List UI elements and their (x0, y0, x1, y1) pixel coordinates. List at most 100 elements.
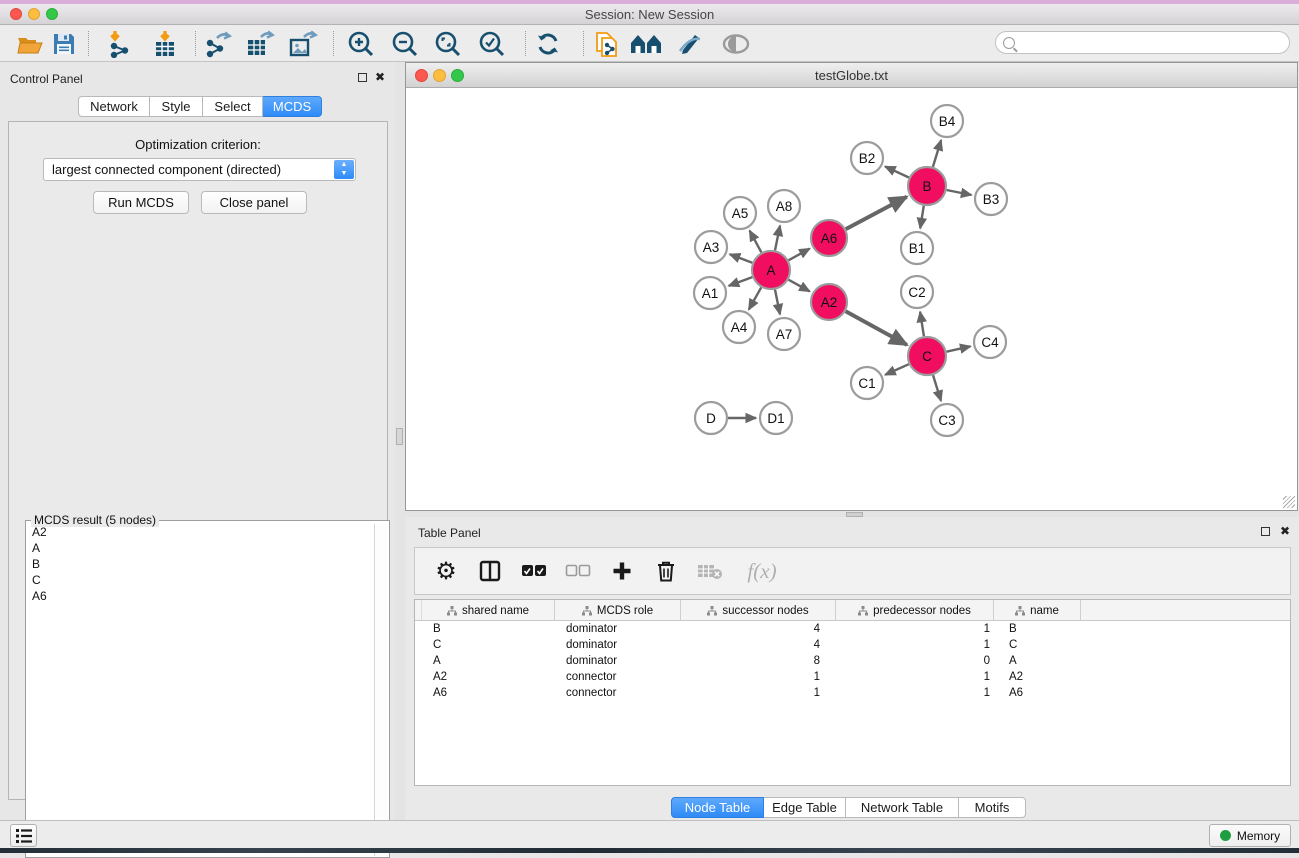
close-window-button[interactable] (10, 8, 22, 20)
table-cell[interactable]: 0 (837, 653, 995, 669)
mcds-result-scrollbar[interactable] (374, 524, 388, 856)
table-row[interactable]: A6connector11A6 (415, 685, 1290, 701)
list-item[interactable]: A2 (27, 524, 375, 540)
column-header-mcds-role[interactable]: MCDS role (555, 600, 681, 621)
zoom-in-button[interactable] (343, 28, 379, 59)
tab-select[interactable]: Select (203, 96, 263, 117)
table-row[interactable]: Cdominator41C (415, 637, 1290, 653)
maximize-network-button[interactable] (451, 69, 464, 82)
show-columns-button[interactable] (475, 556, 505, 586)
graph-node-A2[interactable]: A2 (811, 284, 847, 320)
run-mcds-button[interactable]: Run MCDS (93, 191, 189, 214)
table-cell[interactable]: 4 (682, 621, 837, 637)
graph-node-B4[interactable]: B4 (931, 105, 963, 137)
graph-node-B3[interactable]: B3 (975, 183, 1007, 215)
graph-edge-B-B1[interactable] (920, 206, 924, 229)
table-cell[interactable]: connector (556, 685, 682, 701)
table-row[interactable]: A2connector11A2 (415, 669, 1290, 685)
graph-node-D[interactable]: D (695, 402, 727, 434)
deselect-all-button[interactable] (563, 556, 593, 586)
graph-edge-A-A3[interactable] (730, 254, 753, 263)
graph-edge-A6-B[interactable] (846, 197, 907, 229)
graph-edge-B-B4[interactable] (933, 140, 941, 167)
graph-edge-A-A2[interactable] (789, 280, 810, 292)
table-cell[interactable]: 1 (837, 637, 995, 653)
graph-node-A4[interactable]: A4 (723, 311, 755, 343)
graph-edge-C-C4[interactable] (947, 346, 971, 351)
table-cell[interactable]: dominator (556, 637, 682, 653)
search-input[interactable] (1019, 34, 1289, 52)
table-cell[interactable]: 1 (837, 669, 995, 685)
minimize-network-button[interactable] (433, 69, 446, 82)
graph-node-D1[interactable]: D1 (760, 402, 792, 434)
graph-node-C1[interactable]: C1 (851, 367, 883, 399)
column-header-predecessor-nodes[interactable]: predecessor nodes (836, 600, 994, 621)
graph-node-A8[interactable]: A8 (768, 190, 800, 222)
hide-details-button[interactable] (672, 28, 708, 59)
show-panels-button[interactable] (10, 824, 37, 847)
graph-edge-A-A6[interactable] (789, 249, 810, 261)
table-cell[interactable]: A (995, 653, 1082, 669)
export-network-button[interactable] (200, 28, 236, 59)
table-cell[interactable]: A2 (423, 669, 556, 685)
table-cell[interactable]: dominator (556, 653, 682, 669)
graph-node-C3[interactable]: C3 (931, 404, 963, 436)
tab-network-table[interactable]: Network Table (846, 797, 959, 818)
list-item[interactable]: B (27, 556, 375, 572)
table-row[interactable]: Bdominator41B (415, 621, 1290, 637)
splitter-grip[interactable] (396, 428, 403, 445)
close-panel-icon[interactable]: ✖ (1280, 524, 1290, 538)
export-image-button[interactable] (285, 28, 321, 59)
table-cell[interactable]: A6 (423, 685, 556, 701)
table-cell[interactable]: C (423, 637, 556, 653)
tab-edge-table[interactable]: Edge Table (764, 797, 846, 818)
clone-network-button[interactable] (589, 28, 625, 59)
graph-node-A3[interactable]: A3 (695, 231, 727, 263)
table-cell[interactable]: 1 (837, 685, 995, 701)
table-cell[interactable]: C (995, 637, 1082, 653)
close-network-button[interactable] (415, 69, 428, 82)
graph-edge-A-A7[interactable] (775, 290, 780, 315)
refresh-button[interactable] (530, 28, 566, 59)
table-row[interactable]: Adominator80A (415, 653, 1290, 669)
graph-node-C[interactable]: C (908, 337, 946, 375)
search-field[interactable] (995, 31, 1290, 54)
graph-edge-C-C2[interactable] (920, 312, 924, 336)
import-network-button[interactable] (102, 28, 138, 59)
add-column-button[interactable] (607, 556, 637, 586)
column-header-shared-name[interactable]: shared name (422, 600, 555, 621)
graph-node-A7[interactable]: A7 (768, 318, 800, 350)
graph-node-B[interactable]: B (908, 167, 946, 205)
table-cell[interactable]: 1 (837, 621, 995, 637)
delete-table-button[interactable] (695, 556, 725, 586)
graph-node-A5[interactable]: A5 (724, 197, 756, 229)
graph-edge-A-A1[interactable] (729, 277, 753, 286)
function-builder-button[interactable]: f(x) (739, 556, 785, 586)
table-cell[interactable]: A6 (995, 685, 1082, 701)
graph-edge-A-A8[interactable] (775, 226, 780, 251)
table-cell[interactable]: 1 (682, 685, 837, 701)
table-cell[interactable]: A (423, 653, 556, 669)
table-cell[interactable]: 1 (682, 669, 837, 685)
list-item[interactable]: A (27, 540, 375, 556)
float-panel-icon[interactable] (358, 73, 367, 82)
graph-node-B1[interactable]: B1 (901, 232, 933, 264)
table-cell[interactable]: A2 (995, 669, 1082, 685)
import-table-button[interactable] (147, 28, 183, 59)
graph-edge-A-A4[interactable] (749, 287, 761, 309)
graph-node-C4[interactable]: C4 (974, 326, 1006, 358)
tab-motifs[interactable]: Motifs (959, 797, 1026, 818)
network-canvas[interactable]: B4B2BB3A8A5A6A3B1AA1C2A2A4A7C4CC1DD1C3 (406, 89, 1297, 510)
network-window-titlebar[interactable]: testGlobe.txt (406, 63, 1297, 88)
graph-edge-C-C1[interactable] (885, 364, 909, 375)
graph-edge-A-A5[interactable] (750, 231, 762, 253)
close-panel-icon[interactable]: ✖ (375, 70, 385, 84)
export-table-button[interactable] (242, 28, 278, 59)
tab-network[interactable]: Network (78, 96, 150, 117)
select-all-button[interactable] (519, 556, 549, 586)
graph-edge-C-C3[interactable] (933, 375, 941, 401)
resize-grip-icon[interactable] (1283, 496, 1295, 508)
vertical-splitter[interactable] (395, 62, 405, 820)
column-header-name[interactable]: name (994, 600, 1081, 621)
minimize-window-button[interactable] (28, 8, 40, 20)
